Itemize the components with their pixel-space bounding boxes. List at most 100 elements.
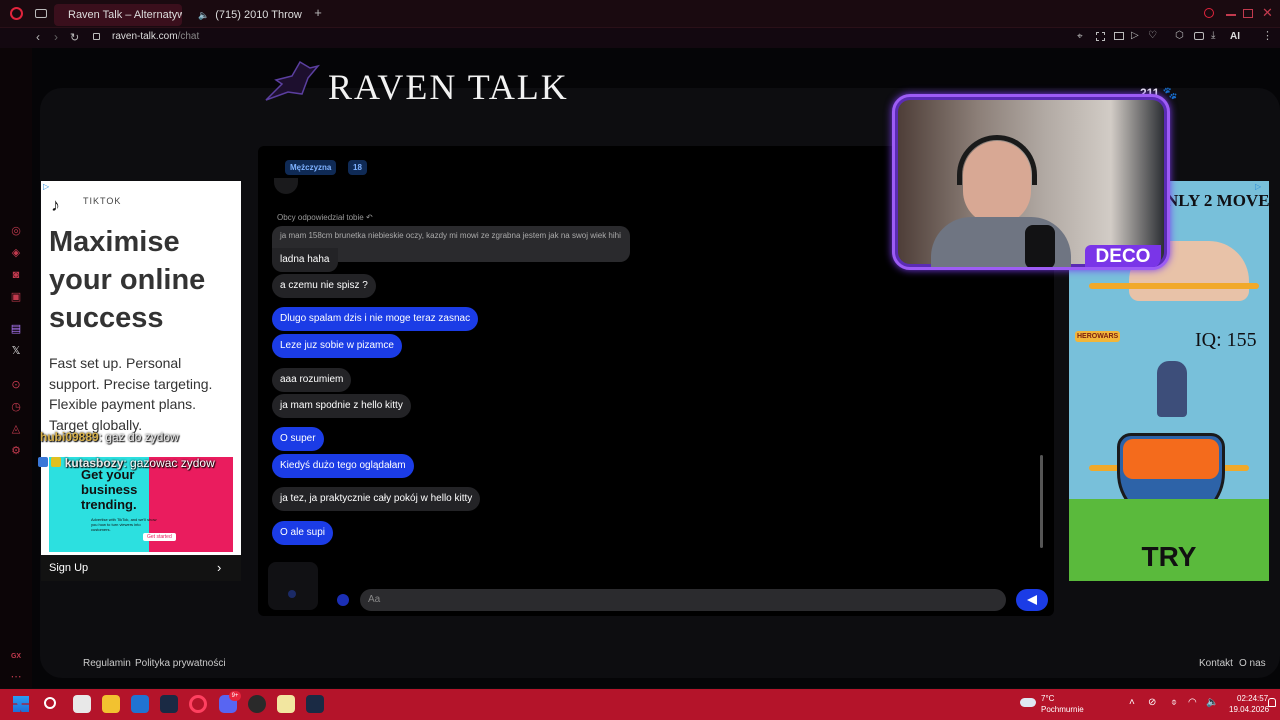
play-icon[interactable]: ▷ xyxy=(1131,30,1139,41)
x-icon[interactable]: 𝕏 xyxy=(9,344,23,358)
message-bubble[interactable]: a czemu nie spisz ? xyxy=(272,274,376,298)
message-bubble[interactable]: aaa rozumiem xyxy=(272,368,352,392)
obs-icon[interactable] xyxy=(248,695,266,713)
ad-signup-bar[interactable]: Sign Up › xyxy=(41,555,241,581)
screen-icon[interactable] xyxy=(1114,32,1124,40)
message-bubble[interactable]: O super xyxy=(272,427,324,451)
menu-icon[interactable]: ⋮ xyxy=(1262,29,1273,42)
messenger-icon[interactable]: ◙ xyxy=(9,268,23,282)
browser-sidebar: ◎ ◈ ◙ ▣ ▤ 𝕏 ⊙ ◷ ◬ ⚙ GX ⋯ xyxy=(0,48,32,688)
stream-chat-line: hubi09889: gaz do zydow xyxy=(40,430,179,444)
url-field[interactable]: raven-talk.com/chat xyxy=(112,31,199,42)
footer-about-link[interactable]: O nas xyxy=(1239,658,1266,669)
tab-raven-talk[interactable]: Raven Talk – Alternatywa d xyxy=(54,4,182,26)
wifi-icon[interactable]: ◠ xyxy=(1188,697,1197,708)
footer-privacy-link[interactable]: Polityka prywatności xyxy=(135,658,226,669)
skip-button[interactable] xyxy=(268,562,318,610)
close-icon[interactable]: ✕ xyxy=(1262,5,1273,21)
reply-note: Obcy odpowiedział tobie ↶ xyxy=(277,213,373,222)
extensions-icon[interactable]: ⬡ xyxy=(1175,30,1184,41)
forward-icon[interactable]: › xyxy=(54,30,58,44)
message-bubble[interactable]: Dlugo spalam dzis i nie moge teraz zasna… xyxy=(272,307,479,331)
ai-button[interactable]: AI xyxy=(1230,31,1240,42)
clock-time[interactable]: 02:24:57 xyxy=(1237,694,1268,703)
cam-name-badge: DECO xyxy=(1085,245,1161,267)
aria-icon[interactable]: ◎ xyxy=(9,224,23,238)
message-input[interactable]: Aa xyxy=(360,589,1006,611)
chat-badge-icon xyxy=(51,457,62,467)
message-bubble[interactable]: Leze juz sobie w pizamce xyxy=(272,334,402,358)
weather-desc[interactable]: Pochmurnie xyxy=(1041,705,1084,714)
quoted-text: ja mam 158cm brunetka niebieskie oczy, k… xyxy=(280,231,621,240)
steam-icon-2[interactable] xyxy=(306,695,324,713)
steam-icon[interactable] xyxy=(160,695,178,713)
back-icon[interactable]: ‹ xyxy=(36,30,40,44)
send-button[interactable] xyxy=(1016,589,1048,611)
task-view-icon[interactable] xyxy=(73,695,91,713)
chevron-up-icon[interactable]: ˄ xyxy=(1129,697,1135,708)
footer-terms-link[interactable]: Regulamin xyxy=(83,658,131,669)
heart-icon[interactable]: ♡ xyxy=(1148,30,1157,41)
webcam-overlay: DECO xyxy=(892,94,1170,270)
address-bar: ‹ › ↻ raven-talk.com/chat ⌖ ▷ ♡ ⬡ ⤓ AI ⋮ xyxy=(0,28,1280,48)
minimize-icon[interactable] xyxy=(1226,14,1236,16)
pinboard-icon[interactable]: ◬ xyxy=(9,422,23,436)
network-off-icon[interactable]: ⊘ xyxy=(1148,697,1156,708)
ad-choices-icon[interactable]: ▷ xyxy=(43,182,49,191)
gx-icon[interactable]: GX xyxy=(9,650,23,664)
search-icon[interactable] xyxy=(44,697,56,709)
ad-promo-image: Get your business trending. Advertise wi… xyxy=(49,457,233,552)
message-bubble[interactable]: O ale supi xyxy=(272,521,334,545)
snapshot-icon[interactable] xyxy=(1096,32,1105,41)
search-icon[interactable] xyxy=(1204,8,1214,18)
opera-gx-icon[interactable] xyxy=(189,695,207,713)
outlook-icon[interactable] xyxy=(131,695,149,713)
player-icon[interactable]: ⊙ xyxy=(9,378,23,392)
message-bubble[interactable]: Kiedyś dużo tego oglądałam xyxy=(272,454,414,478)
emoji-icon[interactable] xyxy=(337,594,349,606)
opera-logo-icon[interactable] xyxy=(10,7,23,20)
notifications-icon[interactable] xyxy=(1268,698,1276,707)
more-icon[interactable]: ⋯ xyxy=(9,670,23,684)
chat-username: hubi09889 xyxy=(40,430,99,444)
tab-youtube[interactable]: 🔈 (715) 2010 Throwback xyxy=(184,4,302,26)
site-title[interactable]: RAVEN TALK xyxy=(328,66,569,108)
tab-list-icon[interactable] xyxy=(35,9,47,18)
chat-badge-icon xyxy=(38,457,48,467)
flow-icon[interactable]: ◈ xyxy=(9,246,23,260)
settings-icon[interactable]: ⚙ xyxy=(9,444,23,458)
gender-tag: Mężczyzna xyxy=(285,160,337,175)
reload-icon[interactable]: ↻ xyxy=(70,31,79,44)
pin-icon[interactable]: ⌖ xyxy=(1077,31,1083,42)
history-icon[interactable]: ◷ xyxy=(9,400,23,414)
chat-scrollbar[interactable] xyxy=(1040,455,1043,548)
tiktok-ad[interactable]: ▷ ♪ TIKTOK Maximise your online success … xyxy=(41,181,241,581)
clock-date[interactable]: 19.04.2026 xyxy=(1229,705,1269,714)
new-tab-button[interactable]: + xyxy=(312,6,324,19)
notes-icon[interactable] xyxy=(277,695,295,713)
notification-badge: 9+ xyxy=(229,691,241,701)
mic-icon[interactable]: ⌽ xyxy=(1171,697,1177,708)
message-bubble[interactable]: ja mam spodnie z hello kitty xyxy=(272,394,411,418)
lock-icon xyxy=(93,33,100,40)
volume-icon[interactable]: 🔈 xyxy=(1206,697,1218,708)
signup-label: Sign Up xyxy=(49,562,89,574)
lava xyxy=(1123,439,1219,479)
promo-headline: Get your business trending. xyxy=(81,467,138,512)
footer-contact-link[interactable]: Kontakt xyxy=(1199,658,1233,669)
chat-text: : gaz do zydow xyxy=(98,430,179,444)
weather-icon xyxy=(1020,698,1036,707)
music-icon[interactable]: ▣ xyxy=(9,290,23,304)
ad-choices-icon[interactable]: ▷ xyxy=(1255,182,1261,191)
wallet-icon[interactable] xyxy=(1194,32,1204,40)
microphone-icon xyxy=(1025,225,1055,267)
message-bubble[interactable]: ladna haha xyxy=(272,248,338,272)
reply-icon: ↶ xyxy=(365,213,373,222)
promo-sub: Advertise with TikTok, and we'll show yo… xyxy=(91,517,157,532)
download-icon[interactable]: ⤓ xyxy=(1211,30,1215,41)
message-bubble[interactable]: ja tez, ja praktycznie cały pokój w hell… xyxy=(272,487,481,511)
weather-temp[interactable]: 7°C xyxy=(1041,694,1054,703)
file-explorer-icon[interactable] xyxy=(102,695,120,713)
maximize-icon[interactable] xyxy=(1243,9,1253,18)
twitch-icon[interactable]: ▤ xyxy=(9,322,23,336)
